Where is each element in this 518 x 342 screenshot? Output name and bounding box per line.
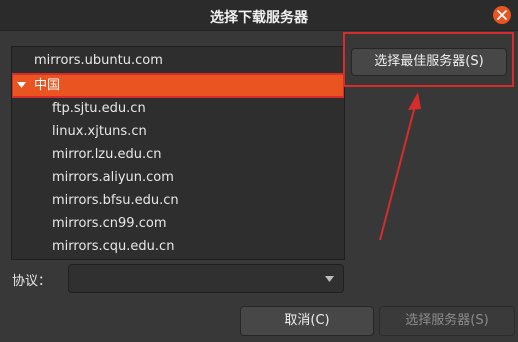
- protocol-dropdown[interactable]: [68, 264, 344, 293]
- server-list-item[interactable]: linux.xjtuns.cn: [12, 120, 344, 143]
- protocol-label: 协议：: [12, 274, 52, 289]
- server-list[interactable]: mirrors.ubuntu.com 中国 ftp.sjtu.edu.cn li…: [11, 46, 345, 260]
- server-list-item[interactable]: mirror.lzu.edu.cn: [12, 143, 344, 166]
- choose-server-button[interactable]: 选择服务器(S): [379, 306, 515, 336]
- chevron-down-icon: [325, 276, 334, 282]
- server-group-label: 中国: [34, 78, 61, 93]
- close-icon: [497, 10, 507, 20]
- server-list-item[interactable]: mirrors.aliyun.com: [12, 166, 344, 189]
- server-list-item[interactable]: mirrors.cn99.com: [12, 212, 344, 235]
- annotation-arrow: [379, 92, 421, 241]
- server-list-item[interactable]: mirrors.cqu.edu.cn: [12, 235, 344, 258]
- server-group-china[interactable]: 中国: [12, 73, 344, 98]
- server-list-item[interactable]: mirrors.bfsu.edu.cn: [12, 189, 344, 212]
- cancel-button[interactable]: 取消(C): [240, 306, 374, 336]
- server-list-item[interactable]: ftp.sjtu.edu.cn: [12, 97, 344, 120]
- dialog-title: 选择下载服务器: [210, 10, 308, 26]
- close-button[interactable]: [493, 6, 511, 24]
- download-server-dialog: 选择下载服务器 mirrors.ubuntu.com 中国 ftp.sjtu.e…: [0, 0, 518, 342]
- triangle-down-icon[interactable]: [17, 82, 26, 88]
- server-list-item[interactable]: mirrors.ubuntu.com: [12, 49, 344, 72]
- select-best-server-button[interactable]: 选择最佳服务器(S): [351, 48, 507, 76]
- title-bar: 选择下载服务器: [0, 0, 518, 31]
